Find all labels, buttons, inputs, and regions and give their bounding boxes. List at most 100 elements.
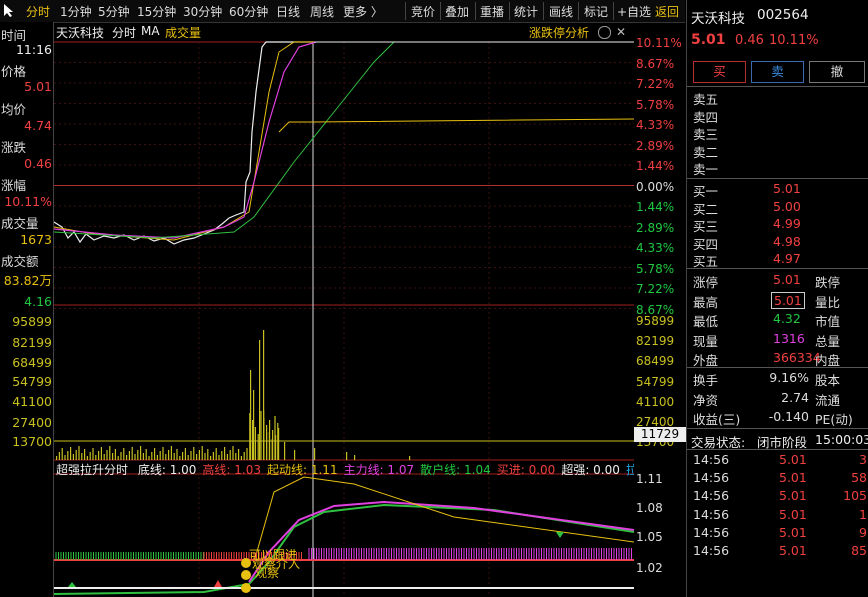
volume-bar bbox=[243, 452, 245, 460]
volume-bar bbox=[89, 452, 91, 460]
pct-axis-tick: 1.44% bbox=[636, 159, 675, 173]
volume-bar bbox=[259, 340, 261, 460]
period-tab-15min[interactable]: 15分钟 bbox=[137, 3, 176, 20]
buy-button[interactable]: 买 bbox=[693, 61, 746, 83]
tool-mark-button[interactable]: 标记 bbox=[584, 3, 608, 20]
stat-label: 最高 bbox=[693, 294, 719, 310]
volume-bar bbox=[126, 455, 128, 460]
indicator-axis-tick: 1.11 bbox=[636, 472, 663, 486]
tick-volume: 1 bbox=[859, 506, 867, 522]
tick-time: 14:56 bbox=[693, 488, 730, 504]
period-tab-1min[interactable]: 1分钟 bbox=[60, 3, 92, 20]
tool-replay-button[interactable]: 重播 bbox=[480, 3, 504, 20]
tick-time: 14:56 bbox=[693, 524, 730, 540]
volume-bar bbox=[272, 430, 274, 460]
avg-price-label: 均价 bbox=[1, 102, 27, 117]
tool-overlay-button[interactable]: 叠加 bbox=[445, 3, 469, 20]
last-price: 5.01 bbox=[691, 32, 726, 48]
volume-bar bbox=[229, 450, 231, 460]
volume-bar bbox=[98, 451, 100, 460]
tick-price: 5.01 bbox=[779, 524, 807, 540]
volume-bar bbox=[260, 411, 262, 460]
change-label: 涨跌 bbox=[1, 140, 27, 155]
tick-price: 5.01 bbox=[779, 470, 807, 486]
period-tab-daily[interactable]: 日线 bbox=[276, 3, 300, 20]
volume-bar bbox=[106, 450, 108, 460]
volume-bar bbox=[250, 370, 252, 460]
toolbar-divider bbox=[578, 2, 579, 20]
volume-bar bbox=[123, 448, 125, 460]
volume-cursor-readout: 11729 bbox=[634, 427, 686, 442]
volume-bar bbox=[103, 454, 105, 460]
volume-bar bbox=[314, 448, 316, 460]
volume-bar bbox=[159, 451, 161, 460]
indicator-legend-item: 底线: 1.00 bbox=[137, 463, 197, 477]
volume-bar bbox=[275, 435, 277, 460]
tool-auction-button[interactable]: 竞价 bbox=[411, 3, 435, 20]
trade-time: 15:00:03 bbox=[815, 432, 868, 447]
period-toolbar: 分时 1分钟 5分钟 15分钟 30分钟 60分钟 日线 周线 更多 〉 竞价 … bbox=[0, 0, 685, 23]
volume-bar bbox=[140, 446, 142, 460]
stat-value: 2.74 bbox=[781, 389, 809, 405]
tick-price: 5.01 bbox=[779, 506, 807, 522]
tick-price: 5.01 bbox=[779, 452, 807, 467]
indicator-axis-tick: 1.08 bbox=[636, 501, 663, 515]
pct-axis-tick: 4.33% bbox=[636, 241, 675, 255]
add-watchlist-button[interactable]: +自选 bbox=[617, 3, 651, 20]
tick-price: 5.01 bbox=[779, 488, 807, 504]
indicator-axis-tick: 1.02 bbox=[636, 561, 663, 575]
indicator-name: 超强拉升分时 bbox=[56, 463, 129, 477]
stat-label: 最低 bbox=[693, 314, 719, 329]
vol-axis-tick-right: 68499 bbox=[636, 354, 675, 369]
volume-bar bbox=[128, 451, 130, 460]
pct-axis-tick: 2.89% bbox=[636, 220, 675, 235]
volume-bar bbox=[78, 446, 80, 460]
quote-panel: 天沃科技 002564 5.01 0.46 10.11% 买 卖 撤 卖五 卖四卖… bbox=[686, 0, 868, 597]
period-more-menu[interactable]: 更多 〉 bbox=[343, 3, 383, 20]
price-line bbox=[54, 41, 314, 245]
tick-price: 5.01 bbox=[779, 543, 807, 558]
tool-statistics-button[interactable]: 统计 bbox=[514, 3, 538, 20]
intraday-chart[interactable]: 可以跟进观察介入观察 bbox=[54, 22, 634, 597]
vol-axis-tick: 68499 bbox=[12, 355, 52, 370]
volume-bar bbox=[120, 452, 122, 460]
tick-time: 14:56 bbox=[693, 543, 730, 558]
amount-value: 83.82万 bbox=[3, 273, 52, 288]
sell-button[interactable]: 卖 bbox=[751, 61, 804, 83]
volume-bar bbox=[168, 450, 170, 460]
stat-label-2: 总量 bbox=[815, 333, 841, 349]
volume-bar bbox=[95, 455, 97, 460]
tick-volume: 9 bbox=[859, 524, 867, 540]
tool-draw-button[interactable]: 画线 bbox=[549, 3, 573, 20]
bid-level-price: 4.99 bbox=[773, 216, 801, 231]
volume-bar bbox=[240, 456, 242, 460]
toolbar-divider bbox=[543, 2, 544, 20]
volume-bar bbox=[257, 434, 259, 460]
pct-axis-tick: 7.22% bbox=[636, 282, 675, 296]
period-tab-5min[interactable]: 5分钟 bbox=[98, 3, 130, 20]
stat-label-2: 市值 bbox=[815, 314, 841, 329]
avg-line-late bbox=[278, 118, 634, 133]
vol-axis-tick: 13700 bbox=[12, 434, 52, 449]
volume-bar bbox=[224, 447, 226, 460]
volume-bar bbox=[112, 453, 114, 460]
cancel-button[interactable]: 撤 bbox=[809, 61, 865, 83]
divider bbox=[687, 268, 868, 269]
bid-level-label: 买一 bbox=[693, 184, 719, 199]
period-tab-30min[interactable]: 30分钟 bbox=[183, 3, 222, 20]
back-button[interactable]: 返回 bbox=[655, 3, 679, 20]
volume-bar bbox=[67, 451, 69, 460]
volume-bar bbox=[170, 446, 172, 460]
stat-label: 现量 bbox=[693, 333, 719, 349]
volume-bar bbox=[221, 451, 223, 460]
bid-level-price: 4.97 bbox=[773, 251, 801, 266]
volume-label: 成交量 bbox=[1, 216, 39, 231]
volume-bar bbox=[201, 446, 203, 460]
period-tab-60min[interactable]: 60分钟 bbox=[229, 3, 268, 20]
vol-axis-tick-right: 82199 bbox=[636, 334, 675, 349]
avg-price-value: 4.74 bbox=[24, 118, 52, 133]
price-value: 5.01 bbox=[24, 79, 52, 94]
period-tab-weekly[interactable]: 周线 bbox=[310, 3, 334, 20]
period-tab-intraday[interactable]: 分时 bbox=[26, 3, 50, 20]
volume-bar bbox=[254, 427, 256, 460]
